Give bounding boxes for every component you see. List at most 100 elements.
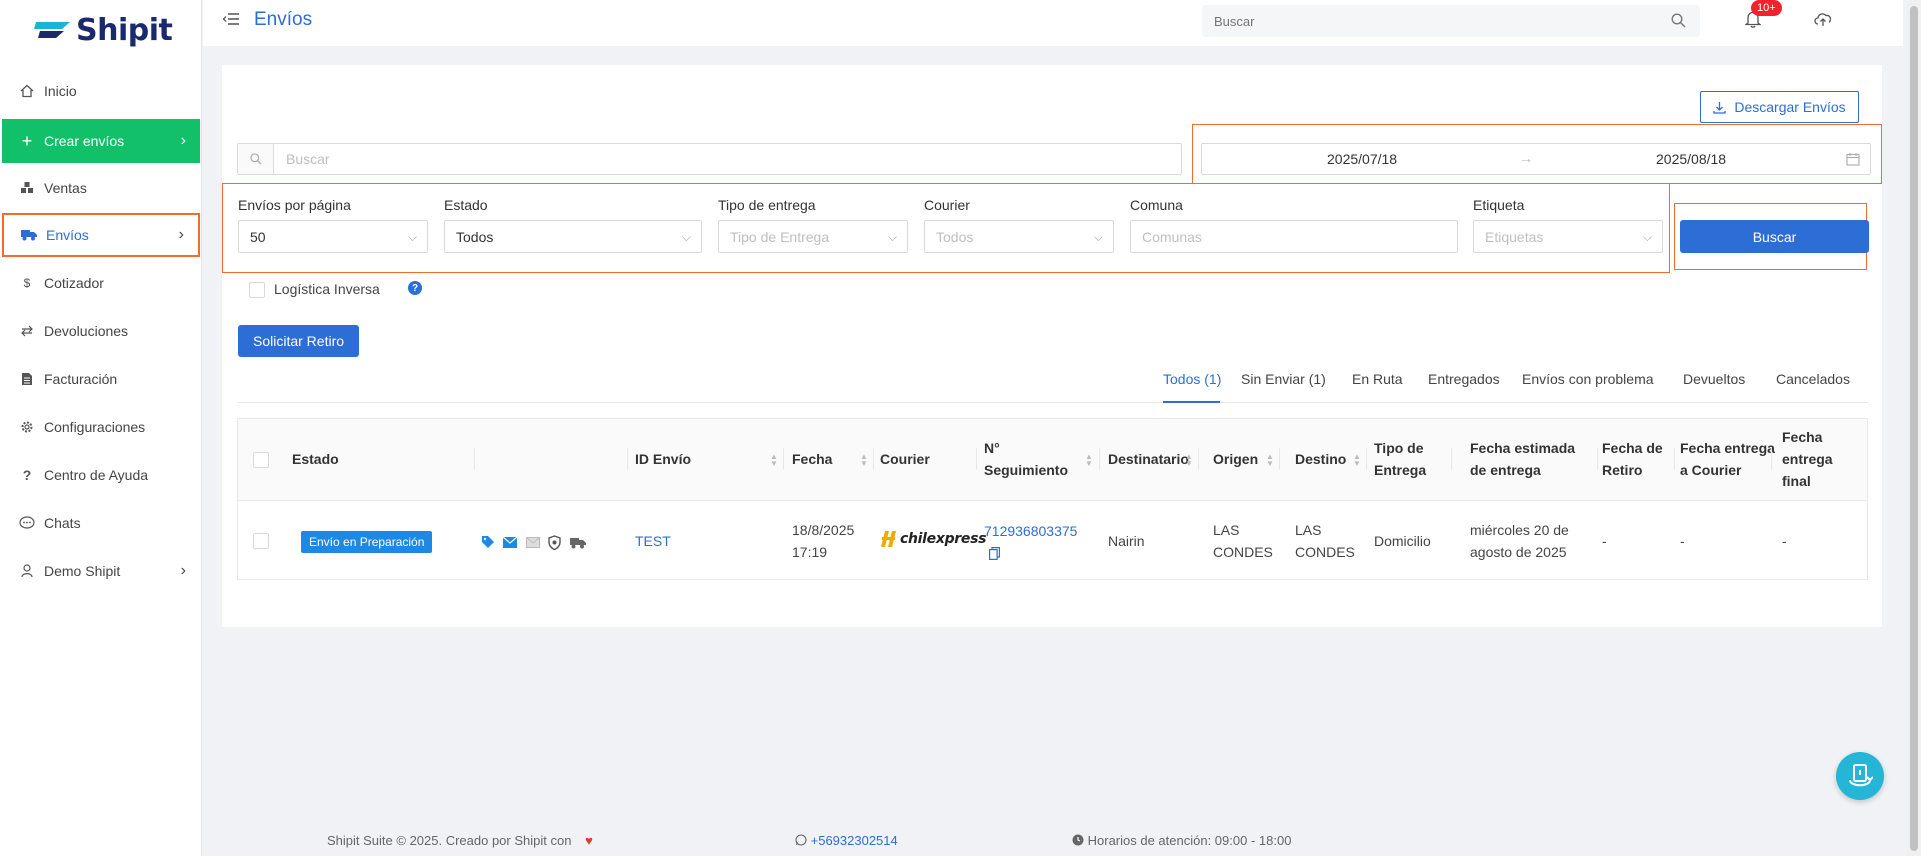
footer-hours-text: Horarios de atención: 09:00 - 18:00 [1087, 833, 1292, 848]
shipments-search-placeholder: Buscar [286, 151, 330, 167]
estado-select[interactable]: Todos ⌵ [444, 220, 702, 253]
sort-icon[interactable]: ▲ ▼ [1185, 453, 1193, 468]
per-page-select[interactable]: 50 ⌵ [238, 220, 428, 253]
courier-delivery-date: - [1680, 533, 1685, 549]
column-divider [783, 448, 784, 470]
column-divider [1771, 448, 1772, 470]
inverse-logistics-checkbox[interactable] [249, 282, 265, 298]
sidebar-item-configuraciones[interactable]: Configuraciones [2, 405, 200, 449]
etiqueta-select[interactable]: Etiquetas ⌵ [1473, 220, 1663, 253]
envelope-icon[interactable] [503, 537, 517, 548]
sidebar-item-label: Configuraciones [44, 419, 146, 435]
col-courier: Courier [880, 451, 930, 467]
col-destino[interactable]: Destino [1295, 448, 1346, 470]
col-fecha[interactable]: Fecha [792, 448, 832, 470]
etiqueta-placeholder: Etiquetas [1485, 228, 1544, 245]
top-search-input[interactable] [1202, 5, 1642, 37]
estado-label: Estado [444, 197, 488, 213]
date-to[interactable]: 2025/08/18 [1656, 151, 1726, 167]
courier-name: chilexpress [900, 531, 987, 547]
sidebar-item-inicio[interactable]: Inicio [2, 69, 200, 113]
invoice-icon [18, 372, 36, 386]
origin-commune: LAS CONDES [1213, 522, 1273, 560]
tab-entregados[interactable]: Entregados [1428, 371, 1500, 387]
footer-phone-link[interactable]: +56932302514 [811, 833, 898, 848]
dollar-icon: $ [23, 276, 31, 290]
tab-todos[interactable]: Todos (1) [1163, 371, 1221, 387]
column-divider [474, 448, 475, 470]
date-range-picker[interactable]: 2025/07/18 → 2025/08/18 [1201, 143, 1871, 175]
tab-en-ruta[interactable]: En Ruta [1352, 371, 1403, 387]
courier-select[interactable]: Todos ⌵ [924, 220, 1114, 253]
arrow-right-icon: → [1519, 150, 1533, 166]
tipo-entrega-label: Tipo de entrega [718, 197, 816, 213]
sort-icon[interactable]: ▲ ▼ [770, 453, 778, 468]
col-destinatario[interactable]: Destinatario [1108, 448, 1189, 470]
copy-icon[interactable] [989, 547, 1000, 560]
tab-devueltos[interactable]: Devueltos [1683, 371, 1745, 387]
table-row[interactable]: Envío en Preparación TEST 18/8/2025 17:19… [238, 501, 1867, 579]
boxes-icon [18, 181, 36, 195]
select-all-checkbox[interactable] [253, 452, 269, 468]
search-icon[interactable] [1671, 13, 1686, 28]
tab-sin-enviar[interactable]: Sin Enviar (1) [1241, 371, 1326, 387]
sidebar-item-centro-ayuda[interactable]: ? Centro de Ayuda [2, 453, 200, 497]
cloud-upload-icon[interactable] [1813, 11, 1833, 27]
shipment-id-link[interactable]: TEST [635, 530, 671, 552]
sort-icon[interactable]: ▲ ▼ [1353, 453, 1361, 468]
tipo-entrega-select[interactable]: Tipo de Entrega ⌵ [718, 220, 908, 253]
clock-icon [1072, 834, 1084, 846]
footer-credit: Shipit Suite © 2025. Creado por Shipit c… [327, 833, 593, 848]
sidebar-item-facturacion[interactable]: Facturación [2, 357, 200, 401]
sidebar: Shipit Inicio + Crear envíos › Ventas En… [0, 0, 202, 856]
col-origen[interactable]: Origen [1213, 448, 1258, 470]
sidebar-item-chats[interactable]: Chats [2, 501, 200, 545]
sort-icon[interactable]: ▲ ▼ [860, 453, 868, 468]
download-envios-button[interactable]: Descargar Envíos [1700, 91, 1859, 123]
logo-text: Shipit [76, 12, 173, 48]
sidebar-item-label: Envíos [46, 227, 89, 243]
scrollbar-thumb[interactable] [1910, 6, 1918, 851]
shield-icon[interactable] [548, 535, 561, 550]
sidebar-item-cotizador[interactable]: $ Cotizador [2, 261, 200, 305]
request-pickup-button[interactable]: Solicitar Retiro [238, 325, 359, 357]
column-divider [1198, 448, 1199, 470]
menu-fold-icon[interactable] [223, 12, 239, 26]
col-tipo-entrega: Tipo de Entrega [1374, 440, 1427, 478]
comuna-select[interactable]: Comunas [1130, 220, 1458, 253]
home-icon [18, 84, 36, 98]
delivery-type: Domicilio [1374, 533, 1431, 549]
sort-icon[interactable]: ▲ ▼ [1266, 453, 1274, 468]
chevron-down-icon: ⌵ [681, 230, 691, 244]
table-header: Estado ID Envío ▲ ▼ Fecha ▲ ▼ Courier N° Se… [238, 419, 1867, 501]
sidebar-item-devoluciones[interactable]: Devoluciones [2, 309, 200, 353]
sidebar-item-envios[interactable]: Envíos › [2, 213, 200, 257]
help-widget-button[interactable] [1836, 752, 1884, 800]
col-id-envio[interactable]: ID Envío [635, 448, 691, 470]
tag-icon[interactable] [481, 535, 495, 549]
gear-icon [18, 420, 36, 434]
tracking-number-link[interactable]: 712936803375 [984, 520, 1077, 542]
sidebar-item-label: Chats [44, 515, 81, 531]
page-scrollbar[interactable] [1907, 0, 1921, 856]
sidebar-item-ventas[interactable]: Ventas [2, 166, 200, 210]
search-button[interactable]: Buscar [1680, 220, 1869, 253]
question-circle-icon[interactable]: ? [408, 281, 422, 295]
chevron-down-icon: ⌵ [407, 230, 417, 244]
search-icon [238, 144, 274, 174]
row-checkbox[interactable] [253, 533, 269, 549]
sidebar-item-demo-shipit[interactable]: Demo Shipit › [2, 549, 200, 593]
col-fecha-estimada: Fecha estimada de entrega [1470, 440, 1576, 478]
shipments-search[interactable]: Buscar [237, 143, 1182, 175]
sidebar-item-crear-envios[interactable]: + Crear envíos › [2, 119, 200, 163]
truck-icon[interactable] [570, 537, 586, 549]
shipments-table: Estado ID Envío ▲ ▼ Fecha ▲ ▼ Courier N° Se… [237, 418, 1868, 580]
shipit-logo[interactable]: Shipit [34, 12, 173, 48]
col-seguimiento[interactable]: N° Seguimiento [984, 437, 1068, 481]
tab-envios-con-problema[interactable]: Envíos con problema [1522, 371, 1654, 387]
date-from[interactable]: 2025/07/18 [1327, 151, 1397, 167]
footer-phone[interactable]: +56932302514 [795, 833, 898, 848]
sort-icon[interactable]: ▲ ▼ [1085, 453, 1093, 468]
envelope-outline-icon[interactable] [526, 537, 540, 548]
tab-cancelados[interactable]: Cancelados [1776, 371, 1850, 387]
